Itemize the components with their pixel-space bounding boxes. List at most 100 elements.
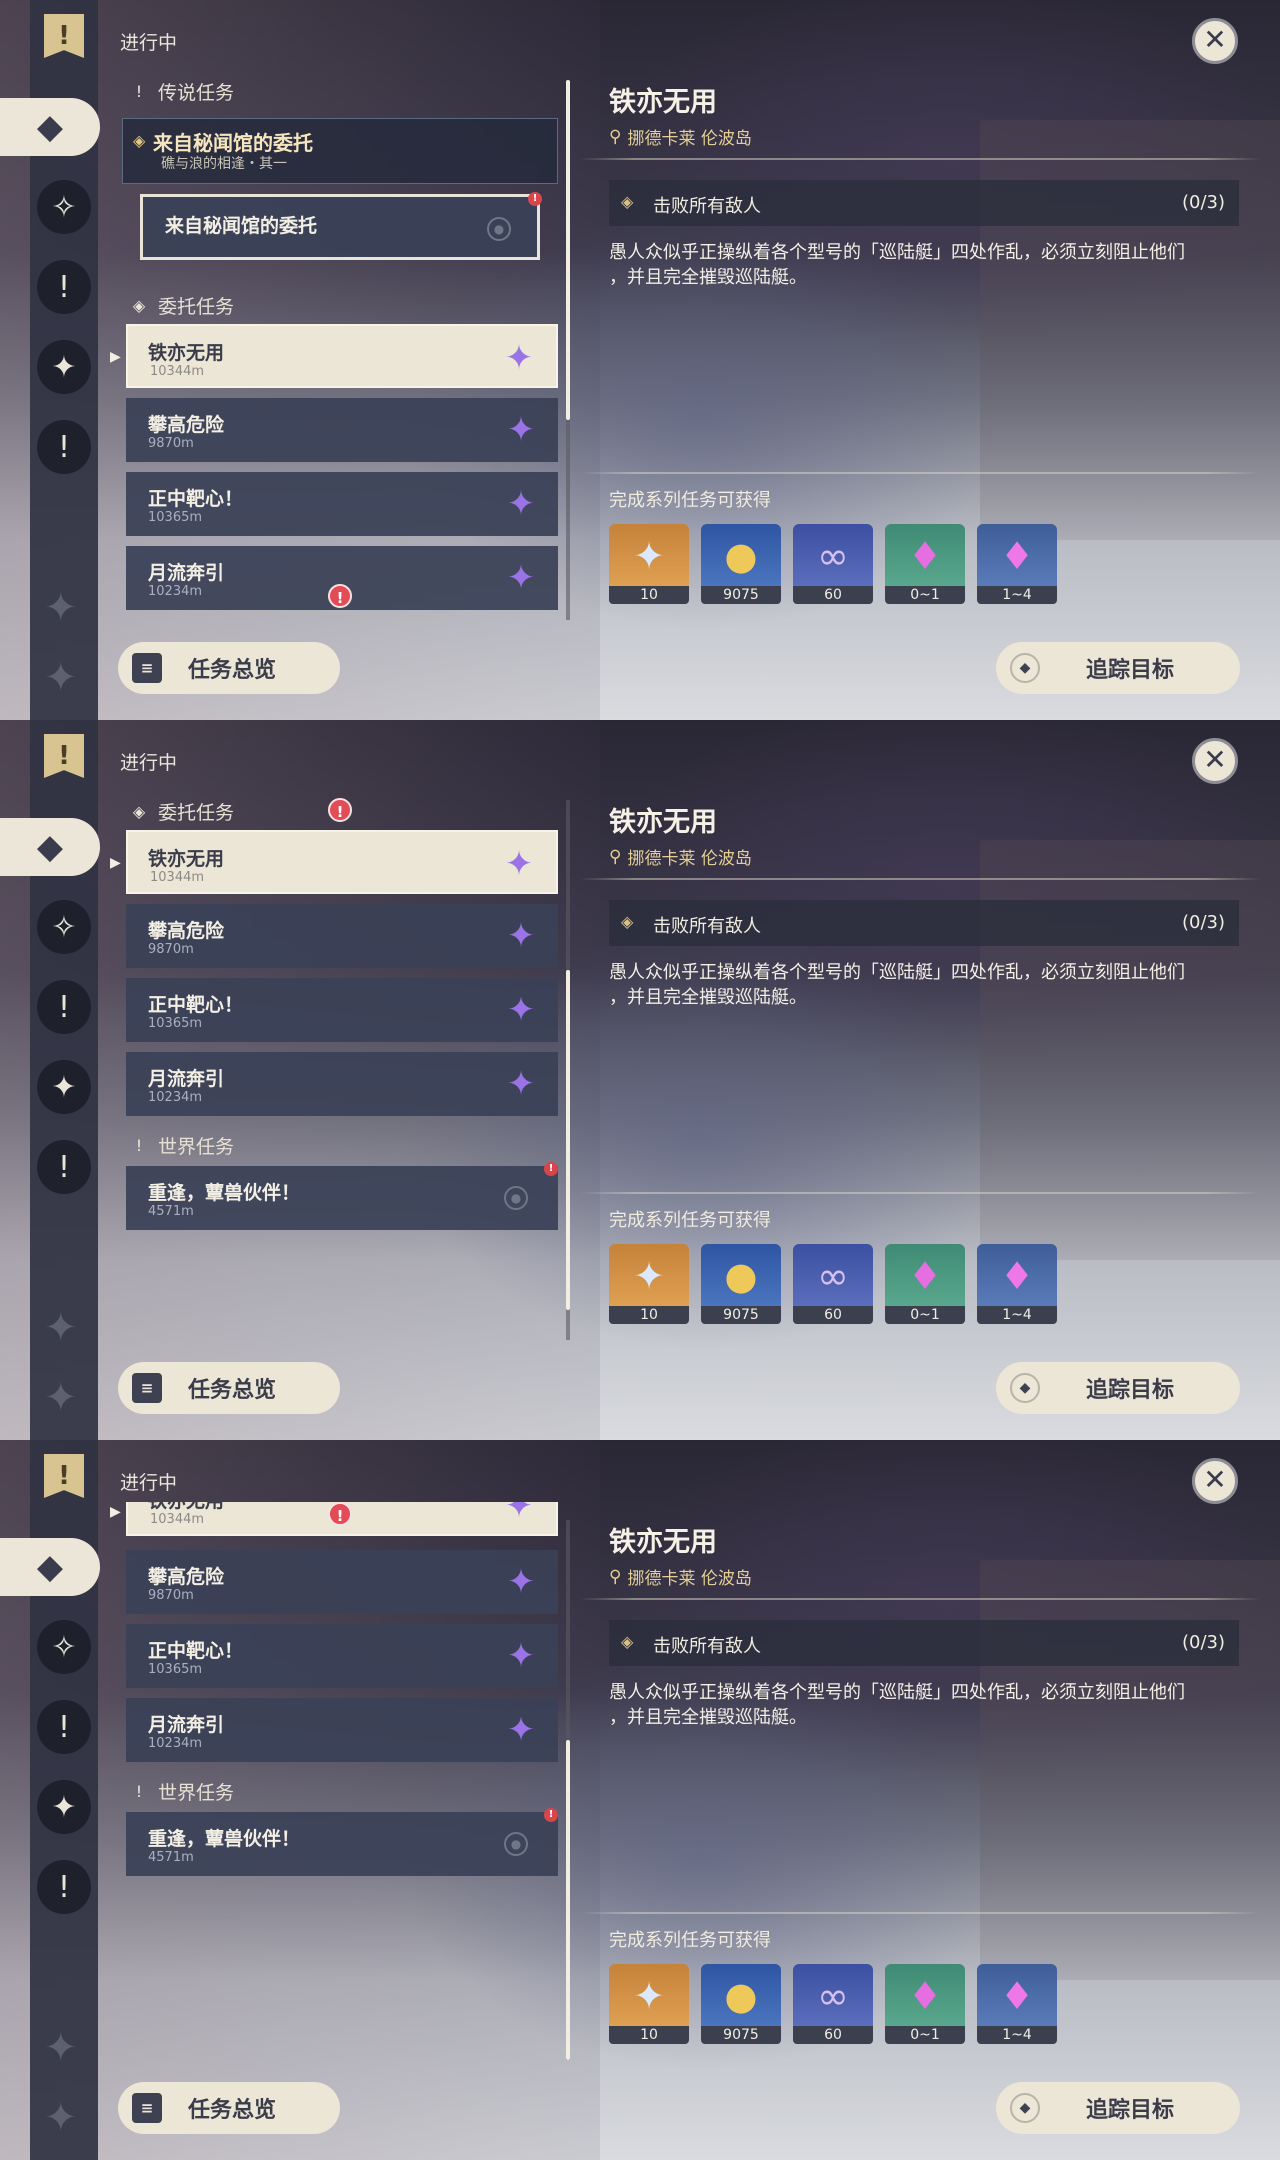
reward-item[interactable]: ♦ 0~1 <box>885 524 965 604</box>
objective-text: 击败所有敌人 <box>653 916 761 937</box>
commission-card[interactable]: 正中靶心！ 10365m ✦ <box>126 1624 558 1688</box>
quest-overview-button[interactable]: ≡ 任务总览 <box>118 2082 340 2134</box>
reward-item[interactable]: ✦ 10 <box>609 524 689 604</box>
list-scroll-thumb[interactable] <box>566 1740 570 2060</box>
button-label: 任务总览 <box>188 2098 277 2123</box>
decorative-star-icon: ✦ <box>44 1375 78 1421</box>
commission-card[interactable]: 正中靶心！ 10365m ✦ <box>126 472 558 536</box>
reward-item[interactable]: ♦ 1~4 <box>977 1244 1057 1324</box>
reward-count: 0~1 <box>885 586 965 604</box>
world-quest-card[interactable]: 重逢，蕈兽伙伴！ 4571m ● <box>126 1812 558 1876</box>
reward-item[interactable]: ♦ 1~4 <box>977 524 1057 604</box>
quest-distance: 4571m <box>148 1850 194 1865</box>
quest-subtitle: 礁与浪的相逢・其一 <box>161 156 287 172</box>
commission-star-icon: ✦ <box>504 1502 534 1526</box>
legend-quest-card[interactable]: ◈ 来自秘闻馆的委托 礁与浪的相逢・其一 <box>122 118 558 184</box>
divider <box>580 158 1260 160</box>
close-button[interactable]: ✕ <box>1192 18 1238 64</box>
reward-item[interactable]: ♦ 1~4 <box>977 1964 1057 2044</box>
quest-overview-button[interactable]: ≡ 任务总览 <box>118 642 340 694</box>
section-label: 世界任务 <box>158 1136 235 1158</box>
objective-diamond-icon: ◈ <box>621 1632 634 1651</box>
commission-card-selected[interactable]: 铁亦无用 10344m ✦ <box>126 830 558 894</box>
selection-arrow-icon: ▶ <box>110 349 121 365</box>
location-pin-icon[interactable]: ● <box>504 1832 528 1856</box>
section-world: ! 世界任务 <box>130 1132 234 1159</box>
quest-distance: 10234m <box>148 584 203 599</box>
tab-story[interactable]: ! <box>37 1700 91 1754</box>
in-progress-label: 进行中 <box>120 32 178 54</box>
quest-list-icon: ≡ <box>132 1373 162 1403</box>
list-scroll-thumb[interactable] <box>566 80 570 420</box>
location-pin-icon[interactable]: ● <box>487 217 511 241</box>
reward-item[interactable]: ∞ 60 <box>793 1964 873 2044</box>
commission-star-icon: ✦ <box>506 558 536 598</box>
reward-item[interactable]: ✦ 10 <box>609 1244 689 1324</box>
tab-world[interactable]: ! <box>37 420 91 474</box>
commission-card[interactable]: 攀高危险 9870m ✦ <box>126 904 558 968</box>
commission-card[interactable]: 攀高危险 9870m ✦ <box>126 398 558 462</box>
reward-count: 10 <box>609 1306 689 1324</box>
quest-overview-button[interactable]: ≡ 任务总览 <box>118 1362 340 1414</box>
section-legend: ! 传说任务 <box>130 78 234 105</box>
reward-item[interactable]: ● 9075 <box>701 524 781 604</box>
tab-commission[interactable]: ◆ <box>0 1538 100 1596</box>
tab-archon[interactable]: ✧ <box>37 900 91 954</box>
close-button[interactable]: ✕ <box>1192 738 1238 784</box>
tab-archon[interactable]: ✧ <box>37 180 91 234</box>
alert-icon: ! <box>328 798 352 822</box>
commission-card[interactable]: 月流奔引 10234m ✦ <box>126 1052 558 1116</box>
reward-item[interactable]: ● 9075 <box>701 1964 781 2044</box>
quest-distance: 10344m <box>150 870 205 885</box>
decorative-star-icon: ✦ <box>44 2095 78 2141</box>
reward-label: 完成系列任务可获得 <box>609 490 771 511</box>
in-progress-label: 进行中 <box>120 752 178 774</box>
button-label: 追踪目标 <box>1086 658 1175 683</box>
quest-title: 正中靶心！ <box>148 1640 244 1662</box>
list-scroll-thumb[interactable] <box>566 970 570 1310</box>
tab-world[interactable]: ! <box>37 1140 91 1194</box>
divider <box>580 878 1260 880</box>
tab-commission[interactable]: ◆ <box>0 818 100 876</box>
quest-distance: 10234m <box>148 1090 203 1105</box>
legend-step-card[interactable]: 来自秘闻馆的委托 ● <box>140 194 540 260</box>
close-button[interactable]: ✕ <box>1192 1458 1238 1504</box>
reward-item[interactable]: ♦ 0~1 <box>885 1244 965 1324</box>
tab-legend[interactable]: ✦ <box>37 340 91 394</box>
track-button[interactable]: ◆ 追踪目标 <box>996 2082 1240 2134</box>
reward-item[interactable]: ✦ 10 <box>609 1964 689 2044</box>
reward-item[interactable]: ● 9075 <box>701 1244 781 1324</box>
tab-story[interactable]: ! <box>37 260 91 314</box>
world-quest-card[interactable]: 重逢，蕈兽伙伴！ 4571m ● <box>126 1166 558 1230</box>
reward-item[interactable]: ∞ 60 <box>793 1244 873 1324</box>
quest-screen-frame-3: ! ◆ ✧ ! ✦ ! ✦ ✦ 进行中 铁亦无用 10344m ✦ 攀高危险 9… <box>0 1440 1280 2160</box>
quest-list: ! 传说任务 ◈ 来自秘闻馆的委托 礁与浪的相逢・其一 来自秘闻馆的委托 ● !… <box>120 68 562 618</box>
tab-commission[interactable]: ◆ <box>0 98 100 156</box>
commission-card[interactable]: 攀高危险 9870m ✦ <box>126 1550 558 1614</box>
reward-label: 完成系列任务可获得 <box>609 1210 771 1231</box>
tab-legend[interactable]: ✦ <box>37 1780 91 1834</box>
reward-item[interactable]: ♦ 0~1 <box>885 1964 965 2044</box>
track-button[interactable]: ◆ 追踪目标 <box>996 642 1240 694</box>
tab-story[interactable]: ! <box>37 980 91 1034</box>
tab-archon[interactable]: ✧ <box>37 1620 91 1674</box>
notification-dot: ! <box>528 192 542 206</box>
commission-card-selected[interactable]: 铁亦无用 10344m ✦ <box>126 324 558 388</box>
decorative-star-icon: ✦ <box>44 1305 78 1351</box>
quest-screen-frame-2: ! ◆ ✧ ! ✦ ! ✦ ✦ 进行中 ◈ 委托任务 铁亦无用 10344m ✦… <box>0 720 1280 1440</box>
tab-world[interactable]: ! <box>37 1860 91 1914</box>
mora-coin-icon: ● <box>701 1244 781 1308</box>
reward-count: 10 <box>609 2026 689 2044</box>
divider <box>580 1912 1260 1914</box>
commission-star-icon: ✦ <box>504 844 534 884</box>
quest-title: 铁亦无用 <box>148 848 225 870</box>
commission-card[interactable]: 月流奔引 10234m ✦ <box>126 1698 558 1762</box>
tab-legend[interactable]: ✦ <box>37 1060 91 1114</box>
reward-item[interactable]: ∞ 60 <box>793 524 873 604</box>
alert-icon: ! <box>328 1502 352 1526</box>
quest-detail-title: 铁亦无用 <box>609 807 717 838</box>
commission-card[interactable]: 正中靶心！ 10365m ✦ <box>126 978 558 1042</box>
quest-distance: 10344m <box>150 1512 205 1527</box>
location-pin-icon[interactable]: ● <box>504 1186 528 1210</box>
track-button[interactable]: ◆ 追踪目标 <box>996 1362 1240 1414</box>
